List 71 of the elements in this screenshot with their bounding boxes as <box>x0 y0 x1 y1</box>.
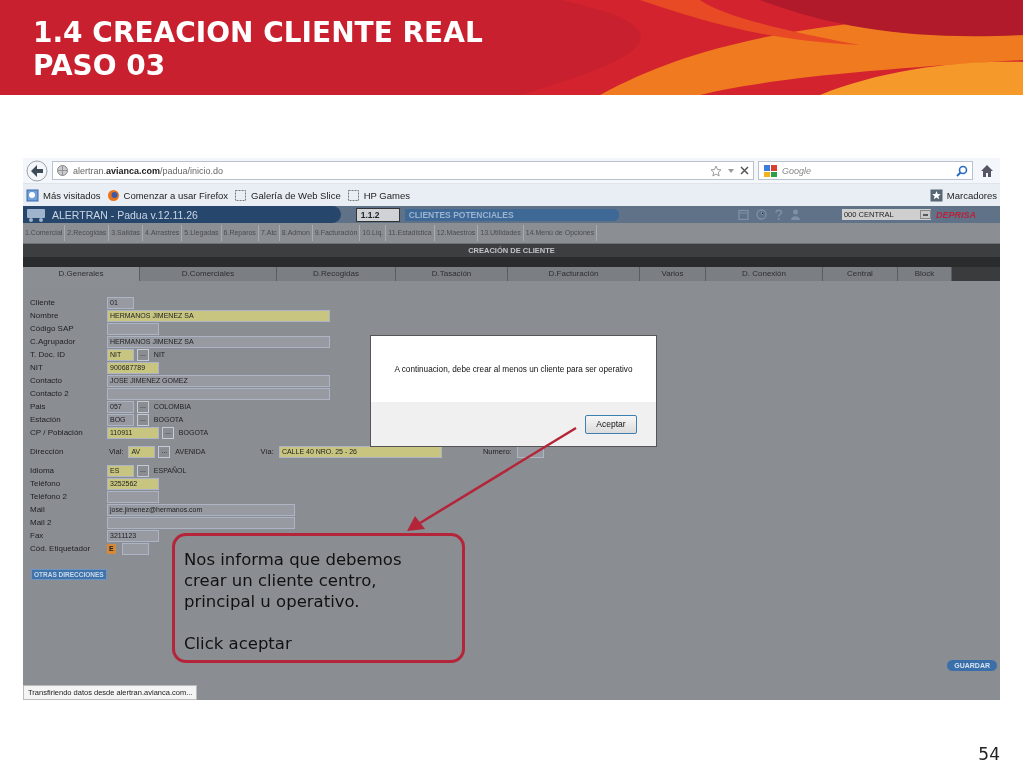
field-label: Contacto <box>30 376 64 385</box>
field-label: Pais <box>30 402 47 411</box>
page-number: 54 <box>978 744 1000 764</box>
tab[interactable]: D. Conexión <box>706 267 823 281</box>
field-label: CP / Población <box>30 428 84 437</box>
page-icon <box>26 188 39 202</box>
input-field[interactable] <box>107 322 159 335</box>
bookmark-link[interactable]: HP Games <box>363 189 410 201</box>
screen-name-bar: CLIENTES POTENCIALES <box>404 208 619 221</box>
tab[interactable]: D.Comerciales <box>140 267 277 281</box>
dashed-square-icon <box>234 188 248 202</box>
app-title: ALERTRAN - Padua v.12.11.26 <box>52 208 198 221</box>
dropdown-icon[interactable] <box>727 166 735 175</box>
tab[interactable]: Varios <box>640 267 706 281</box>
home-icon[interactable] <box>980 163 994 178</box>
star-box-icon <box>929 188 943 202</box>
company-logo: DEPRISA <box>936 209 976 220</box>
field-label: Mail 2 <box>30 518 53 527</box>
field-label: Nombre <box>30 311 60 320</box>
bookmark-link[interactable]: Más visitados <box>43 189 101 201</box>
field-label: Teléfono <box>30 479 62 488</box>
field-label: Fax <box>30 531 45 540</box>
field-label: Idioma <box>30 466 55 475</box>
globe-icon <box>57 165 68 176</box>
fox-globe-icon <box>106 188 120 202</box>
help-icon[interactable] <box>773 209 783 220</box>
field-label: Mail <box>30 505 46 514</box>
search-icon[interactable] <box>956 164 968 177</box>
input-field[interactable] <box>107 516 295 529</box>
callout-text: Click aceptar <box>184 633 293 654</box>
clock-icon[interactable] <box>755 209 767 220</box>
truck-icon <box>26 207 46 222</box>
slide-title: 1.4 CREACION CLIENTE REAL PASO 03 <box>32 15 483 82</box>
field-label: Estación <box>30 415 62 424</box>
field-label: T. Doc. ID <box>30 350 67 359</box>
screen-code-field[interactable]: 1.1.2 <box>355 207 400 222</box>
field-label: Contacto 2 <box>30 389 70 398</box>
dropdown-icon <box>920 210 931 219</box>
address-field[interactable]: alertran.avianca.com/padua/inicio.do <box>52 161 754 180</box>
search-input[interactable]: Google <box>782 165 953 176</box>
tab[interactable]: Block <box>898 267 952 281</box>
dialog-message: A continuacion, debe crear al menos un cliente para ser operativo <box>394 364 633 374</box>
field-label: Cód. Etiquetador <box>30 544 92 553</box>
callout-text: Nos informa que debemos crear un cliente centro, principal u operativo. <box>184 549 403 612</box>
field-label: C.Agrupador <box>30 337 77 346</box>
tab[interactable]: Central <box>823 267 898 281</box>
bookmarks-menu[interactable]: Marcadores <box>946 189 997 201</box>
close-icon[interactable] <box>740 166 749 175</box>
input-field[interactable] <box>107 490 159 503</box>
url-text: alertran.avianca.com/padua/inicio.do <box>73 165 224 176</box>
field-label: Teléfono 2 <box>30 492 68 501</box>
input-field[interactable] <box>107 387 330 400</box>
field-label: Dirección <box>30 447 65 456</box>
back-icon[interactable] <box>26 159 48 182</box>
bookmark-link[interactable]: Comenzar a usar Firefox <box>123 189 229 201</box>
tab[interactable]: D.Tasación <box>396 267 508 281</box>
accept-button[interactable]: Aceptar <box>585 414 637 434</box>
field-label: NIT <box>30 363 44 372</box>
person-icon[interactable] <box>789 209 801 220</box>
star-icon[interactable] <box>710 164 722 177</box>
input-field[interactable] <box>121 542 149 555</box>
calendar-icon[interactable] <box>737 209 749 220</box>
dashed-square-icon <box>346 188 360 202</box>
colored-squares-icon <box>763 163 779 178</box>
tab[interactable]: D.Recogidas <box>277 267 396 281</box>
tab[interactable]: D.Facturación <box>508 267 640 281</box>
field-label: Código SAP <box>30 324 75 333</box>
field-label: Cliente <box>30 298 56 307</box>
tab[interactable]: D.Generales <box>23 267 140 281</box>
bookmark-link[interactable]: Galería de Web Slice <box>251 189 341 201</box>
search-field[interactable]: Google <box>758 161 973 180</box>
